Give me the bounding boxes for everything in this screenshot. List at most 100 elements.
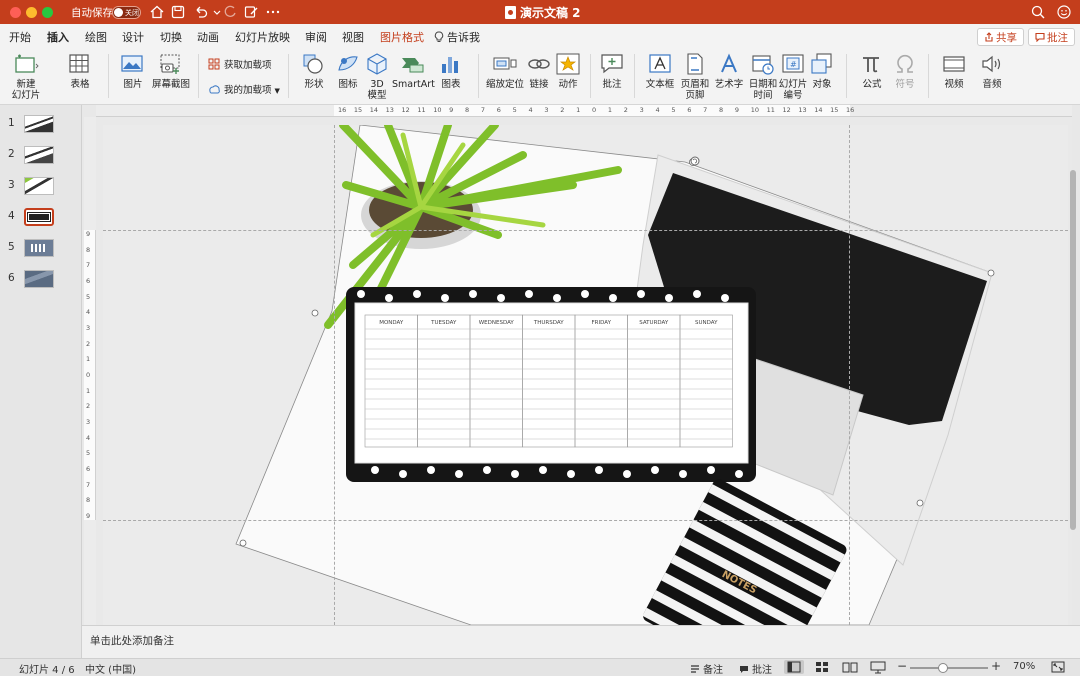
slide-thumbnail[interactable]: 6 xyxy=(0,268,82,290)
home-icon[interactable] xyxy=(149,4,165,20)
tab-review[interactable]: 审阅 xyxy=(305,29,327,45)
notes-icon xyxy=(691,665,699,673)
slide-sorter-button[interactable] xyxy=(812,660,832,674)
normal-view-button[interactable] xyxy=(784,660,804,674)
ruler-tick-label: 9 xyxy=(86,512,91,520)
planner-day-label: THURSDAY xyxy=(533,320,564,326)
close-window-button[interactable] xyxy=(10,7,21,18)
comments-toggle[interactable]: 批注 xyxy=(739,661,772,676)
comment-button[interactable]: 批注 xyxy=(598,52,626,90)
undo-icon[interactable] xyxy=(193,4,209,20)
slide-canvas[interactable]: MONDAY TUESDAY WEDNESDAY THURSDAY FRIDAY SATU… xyxy=(96,117,1072,625)
tab-draw[interactable]: 绘图 xyxy=(85,29,107,45)
guide-line-horizontal[interactable] xyxy=(103,520,1068,521)
picture-button[interactable]: 图片 xyxy=(114,52,152,90)
tab-home[interactable]: 开始 xyxy=(9,29,31,45)
horizontal-ruler[interactable]: 16 15 14 13 12 11 10 9 8 7 6 5 4 3 2 1 0 1 2 3 4 5 6 7 8 9 10 11 12 1… xyxy=(334,105,854,117)
3d-models-button[interactable]: 3D 模型 xyxy=(364,52,390,101)
tab-insert[interactable]: 插入 xyxy=(47,29,69,51)
notes-toggle[interactable]: 备注 xyxy=(690,661,723,676)
slideshow-button[interactable] xyxy=(868,660,888,674)
autosave-toggle[interactable]: 关闭 xyxy=(112,6,141,19)
polka-dot xyxy=(399,470,407,478)
symbol-button[interactable]: 符号 xyxy=(892,52,918,90)
smartart-button[interactable]: SmartArt xyxy=(392,52,435,90)
audio-button[interactable]: 音频 xyxy=(974,52,1010,90)
tab-transitions[interactable]: 切换 xyxy=(160,29,182,45)
desk-photo[interactable]: MONDAY TUESDAY WEDNESDAY THURSDAY FRIDAY SATU… xyxy=(103,125,1068,625)
tab-slideshow[interactable]: 幻灯片放映 xyxy=(235,29,290,45)
slide-number-button[interactable]: # 幻灯片 编号 xyxy=(778,52,808,101)
minimize-window-button[interactable] xyxy=(26,7,37,18)
rotate-handle-icon[interactable] xyxy=(690,156,700,166)
redo-icon[interactable] xyxy=(222,4,238,20)
get-addins-button[interactable]: 获取加载项 xyxy=(208,57,272,71)
vertical-ruler[interactable]: 9 8 7 6 5 4 3 2 1 0 1 2 3 4 5 6 7 8 9 xyxy=(84,230,96,520)
ruler-tick-label: 2 xyxy=(623,106,628,114)
tab-picture-format[interactable]: 图片格式 xyxy=(380,29,424,45)
zoom-slider[interactable] xyxy=(910,663,988,673)
zoom-out-button[interactable]: − xyxy=(897,659,907,673)
chart-button[interactable]: 图表 xyxy=(436,52,466,90)
share-button[interactable]: 共享 xyxy=(977,28,1024,46)
ruler-tick-label: 8 xyxy=(86,245,91,254)
link-button[interactable]: 链接 xyxy=(526,52,552,90)
slide-thumbnail-selected[interactable]: 4 xyxy=(0,206,82,228)
shapes-button[interactable]: 形状 xyxy=(296,52,332,90)
header-footer-button[interactable]: 页眉和 页脚 xyxy=(680,52,710,101)
action-button[interactable]: 动作 xyxy=(554,52,582,90)
slide-thumbnail[interactable]: 1 xyxy=(0,113,82,135)
tab-animations[interactable]: 动画 xyxy=(197,29,219,45)
polka-dot xyxy=(679,470,687,478)
slide[interactable]: MONDAY TUESDAY WEDNESDAY THURSDAY FRIDAY SATU… xyxy=(103,125,1068,625)
slide-thumbnail[interactable]: 2 xyxy=(0,144,82,166)
tab-design[interactable]: 设计 xyxy=(122,29,144,45)
reading-view-button[interactable] xyxy=(840,660,860,674)
zoom-window-button[interactable] xyxy=(42,7,53,18)
zoom-slider-knob[interactable] xyxy=(937,663,948,673)
zoom-button[interactable]: 缩放定位 xyxy=(484,52,526,90)
zoom-in-button[interactable]: + xyxy=(991,659,1001,673)
chevron-down-icon[interactable] xyxy=(209,4,221,20)
tell-me[interactable]: 告诉我 xyxy=(434,29,480,45)
fit-to-window-button[interactable] xyxy=(1048,660,1068,674)
slide-thumbnail[interactable]: 5 xyxy=(0,237,82,259)
comments-button[interactable]: 批注 xyxy=(1028,28,1075,46)
polka-dot xyxy=(623,470,631,478)
screenshot-button[interactable]: 屏幕截图 xyxy=(152,52,190,90)
slide-thumbnail[interactable]: 3 xyxy=(0,175,82,197)
smiley-icon[interactable] xyxy=(1056,4,1072,20)
date-time-button[interactable]: 日期和 时间 xyxy=(748,52,778,101)
wordart-button[interactable]: 艺术字 xyxy=(712,52,746,90)
addins-store-icon xyxy=(208,58,220,70)
save-icon[interactable] xyxy=(170,4,186,20)
guide-line-vertical[interactable] xyxy=(849,125,850,625)
zoom-level[interactable]: 70% xyxy=(1013,661,1035,672)
object-label: 对象 xyxy=(812,79,832,90)
polka-dot xyxy=(497,294,505,302)
vertical-scrollbar[interactable] xyxy=(1070,170,1076,530)
edit-icon[interactable] xyxy=(243,4,259,20)
language-indicator[interactable]: 中文 (中国) xyxy=(85,661,136,676)
wordart-icon xyxy=(721,53,737,73)
guide-line-horizontal[interactable] xyxy=(103,230,1068,231)
icons-button[interactable]: 图标 xyxy=(334,52,362,90)
notes-pane[interactable]: 单击此处添加备注 xyxy=(82,625,1080,658)
tab-view[interactable]: 视图 xyxy=(342,29,364,45)
ruler-tick-label: 6 xyxy=(86,277,91,285)
search-icon[interactable] xyxy=(1030,4,1046,20)
my-addins-button[interactable]: 我的加载项 ▼ xyxy=(208,82,280,96)
polka-dot xyxy=(693,290,701,298)
object-button[interactable]: 对象 xyxy=(808,52,836,90)
textbox-button[interactable]: 文本框 xyxy=(640,52,680,90)
weekly-planner: MONDAY TUESDAY WEDNESDAY THURSDAY FRIDAY SATU… xyxy=(346,287,756,482)
guide-line-vertical[interactable] xyxy=(334,125,335,625)
more-icon[interactable] xyxy=(265,4,281,20)
ruler-tick-label: 10 xyxy=(433,106,442,114)
notes-label: 备注 xyxy=(703,665,723,676)
new-slide-button[interactable]: 新建 幻灯片 xyxy=(8,52,44,101)
equation-button[interactable]: 公式 xyxy=(852,52,892,90)
table-button[interactable]: 表格 xyxy=(60,52,100,90)
comments-label: 批注 xyxy=(1047,32,1068,44)
video-button[interactable]: 视频 xyxy=(934,52,974,90)
